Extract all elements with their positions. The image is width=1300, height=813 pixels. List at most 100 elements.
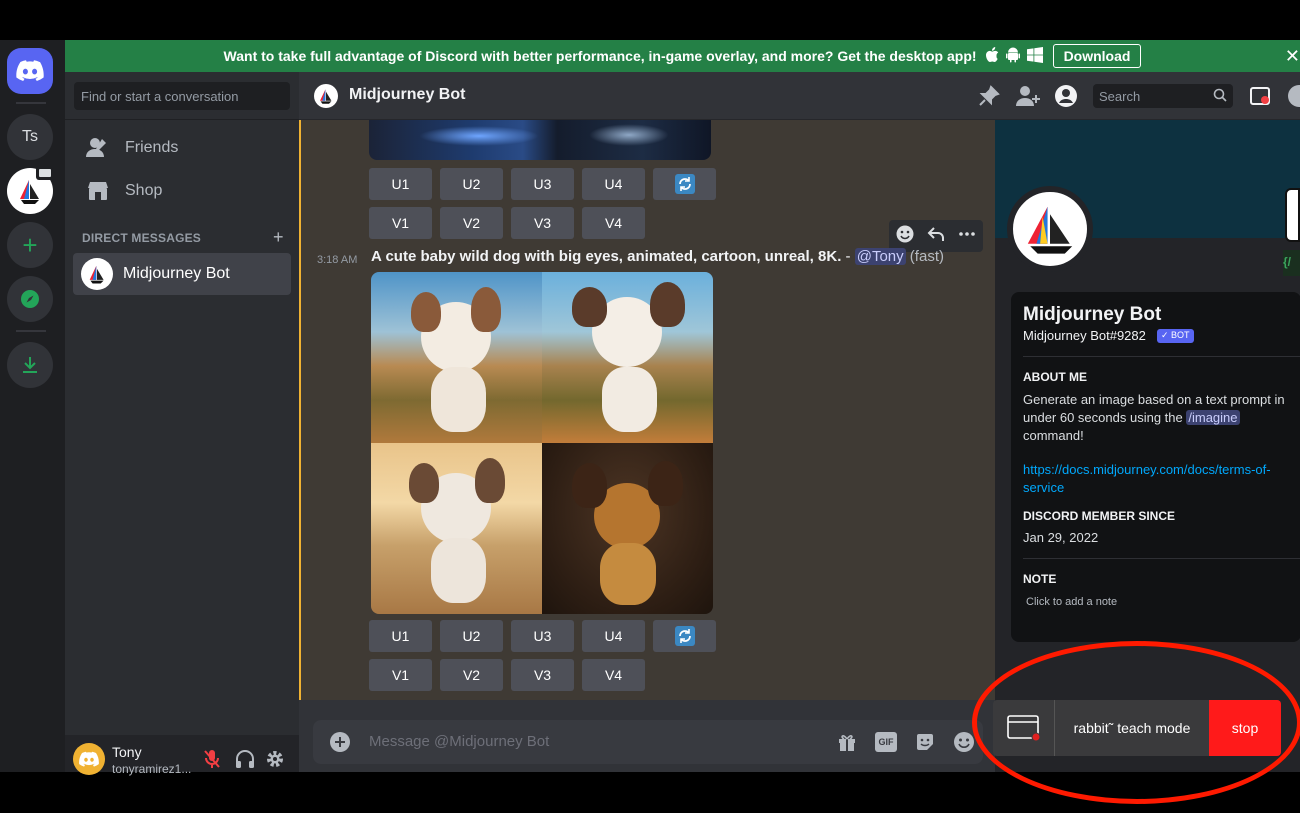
download-apps-icon[interactable] [7, 342, 53, 388]
profile-divider [1023, 558, 1300, 559]
note-label: NOTE [1023, 572, 1057, 586]
emoji-icon[interactable] [953, 731, 975, 758]
u4-button[interactable]: U4 [582, 168, 645, 200]
v1-button[interactable]: V1 [369, 659, 432, 691]
highlight-annotation-ellipse [972, 641, 1300, 804]
about-me-text: Generate an image based on a text prompt… [1023, 391, 1293, 445]
explore-compass-icon[interactable] [7, 276, 53, 322]
sidebar-item-shop[interactable]: Shop [73, 170, 291, 212]
reroll-button[interactable] [653, 620, 716, 652]
gift-icon[interactable] [837, 732, 857, 757]
dev-badge-icon: {/ [1283, 250, 1300, 276]
user-avatar[interactable] [73, 743, 105, 775]
v1-button[interactable]: V1 [369, 207, 432, 239]
about-me-label: ABOUT ME [1023, 370, 1087, 384]
dm-item-midjourney-bot[interactable]: Midjourney Bot [73, 253, 291, 295]
reply-icon[interactable] [926, 224, 946, 249]
banner-text: Want to take full advantage of Discord w… [223, 48, 977, 64]
previous-image-grid[interactable] [369, 120, 711, 160]
dog-image-1[interactable] [371, 272, 542, 443]
profile-avatar [1007, 186, 1093, 272]
u4-button[interactable]: U4 [582, 620, 645, 652]
prompt-separator: - [841, 248, 855, 265]
profile-name: Midjourney Bot [1023, 304, 1162, 325]
dog-image-4[interactable] [542, 443, 713, 614]
attach-plus-icon[interactable] [329, 731, 351, 758]
find-conversation-input[interactable]: Find or start a conversation [74, 82, 290, 110]
platform-icons [985, 46, 1043, 66]
terms-link[interactable]: https://docs.midjourney.com/docs/terms-o… [1023, 461, 1293, 497]
download-button[interactable]: Download [1052, 44, 1142, 68]
variation-row-1: V1 V2 V3 V4 [369, 207, 645, 239]
user-tag: tonyramirez1... [112, 762, 192, 776]
add-server-icon[interactable]: + [7, 222, 53, 268]
headphones-icon[interactable] [235, 749, 255, 774]
prompt-text: A cute baby wild dog with big eyes, anim… [371, 248, 842, 265]
v2-button[interactable]: V2 [440, 207, 503, 239]
discord-home-icon[interactable] [7, 48, 53, 94]
u3-button[interactable]: U3 [511, 620, 574, 652]
rail-separator [16, 102, 46, 104]
chat-title: Midjourney Bot [349, 86, 466, 103]
more-options-icon[interactable] [957, 224, 977, 249]
about-me-text-part: Generate an image based on a text prompt… [1023, 392, 1285, 425]
message-content: A cute baby wild dog with big eyes, anim… [371, 248, 944, 265]
header-search-placeholder: Search [1099, 89, 1141, 104]
download-banner: Want to take full advantage of Discord w… [65, 40, 1300, 72]
create-dm-icon[interactable]: + [273, 227, 284, 248]
mute-mic-icon[interactable] [203, 749, 221, 774]
v4-button[interactable]: V4 [582, 207, 645, 239]
user-profile-toggle-icon[interactable] [1054, 84, 1078, 113]
sidebar-divider [65, 119, 299, 120]
profile-tag: Midjourney Bot#9282 [1023, 328, 1146, 343]
windows-icon [1026, 46, 1043, 66]
u3-button[interactable]: U3 [511, 168, 574, 200]
user-mention[interactable]: @Tony [854, 248, 906, 265]
add-friends-to-dm-icon[interactable] [1016, 85, 1040, 112]
user-panel: Tony tonyramirez1... [65, 735, 299, 776]
chat-area: Midjourney Bot Search U1 U2 U3 U4 V1 V2 … [299, 72, 1300, 772]
v3-button[interactable]: V3 [511, 659, 574, 691]
generated-image-grid[interactable] [371, 272, 713, 614]
android-icon [1005, 47, 1021, 66]
server-rail: Ts + [0, 40, 65, 772]
v3-button[interactable]: V3 [511, 207, 574, 239]
help-icon[interactable] [1287, 84, 1300, 108]
u2-button[interactable]: U2 [440, 620, 503, 652]
pin-icon[interactable] [978, 85, 1000, 112]
header-search-input[interactable]: Search [1093, 84, 1233, 108]
speed-label: (fast) [905, 248, 944, 265]
reroll-button[interactable] [653, 168, 716, 200]
member-since-date: Jan 29, 2022 [1023, 530, 1099, 545]
v2-button[interactable]: V2 [440, 659, 503, 691]
note-input[interactable]: Click to add a note [1026, 596, 1117, 608]
settings-gear-icon[interactable] [265, 749, 285, 774]
bot-badge-label: BOT [1171, 330, 1190, 340]
add-reaction-icon[interactable] [895, 224, 915, 249]
close-banner-icon[interactable]: ✕ [1285, 46, 1300, 67]
imagine-command[interactable]: /imagine [1186, 410, 1240, 425]
sidebar-item-friends[interactable]: Friends [73, 127, 291, 169]
refresh-icon [674, 626, 695, 646]
u2-button[interactable]: U2 [440, 168, 503, 200]
search-icon [1213, 88, 1227, 105]
bot-badge: ✓ BOT [1157, 329, 1194, 343]
v4-button[interactable]: V4 [582, 659, 645, 691]
chat-header: Midjourney Bot Search [299, 72, 1300, 120]
friends-icon [85, 135, 111, 161]
u1-button[interactable]: U1 [369, 620, 432, 652]
sticker-icon[interactable] [915, 732, 935, 757]
dog-image-2[interactable] [542, 272, 713, 443]
gif-icon[interactable]: GIF [875, 732, 897, 752]
dog-image-3[interactable] [371, 443, 542, 614]
dm-sidebar: Find or start a conversation Friends Sho… [65, 72, 299, 772]
message-list: U1 U2 U3 U4 V1 V2 V3 V4 3:18 AM A cute b… [299, 120, 995, 700]
inbox-icon[interactable] [1249, 85, 1271, 112]
message-composer[interactable]: Message @Midjourney Bot GIF [313, 720, 983, 764]
activity-icon[interactable] [1285, 188, 1300, 242]
server-ts[interactable]: Ts [7, 114, 53, 160]
monitor-badge-icon [36, 166, 54, 180]
midjourney-avatar [81, 258, 113, 290]
message-input[interactable]: Message @Midjourney Bot [369, 733, 549, 750]
u1-button[interactable]: U1 [369, 168, 432, 200]
